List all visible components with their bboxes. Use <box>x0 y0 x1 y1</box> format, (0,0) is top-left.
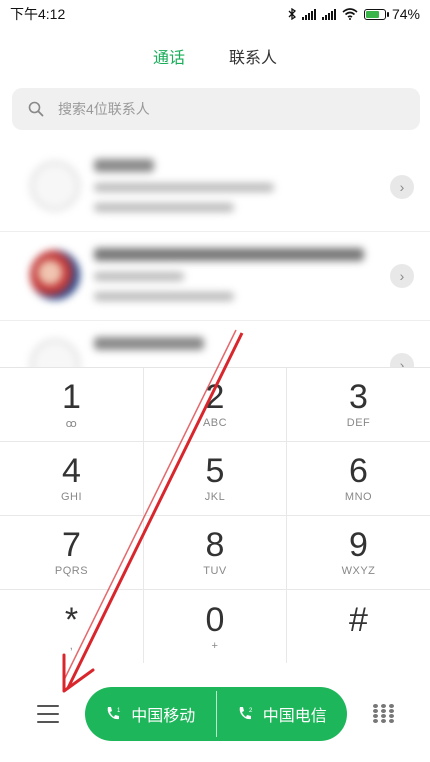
key-hash[interactable]: # <box>287 590 430 664</box>
bottom-bar: 1 中国移动 2 中国电信 <box>0 663 430 762</box>
status-icons: 74% <box>288 6 420 22</box>
status-time: 下午4:12 <box>10 6 66 22</box>
call-log-row[interactable]: › <box>0 321 430 367</box>
call-sim1-button[interactable]: 1 中国移动 <box>85 687 216 741</box>
phone-sim2-icon: 2 <box>239 707 253 720</box>
search-icon <box>28 101 44 117</box>
key-5[interactable]: 5 JKL <box>144 442 287 516</box>
wifi-icon <box>342 8 358 20</box>
key-7[interactable]: 7 PQRS <box>0 516 144 590</box>
contact-name-blurred <box>94 159 154 172</box>
call-log-row[interactable]: › <box>0 232 430 321</box>
call-detail-blurred <box>94 203 234 212</box>
svg-text:2: 2 <box>249 708 253 714</box>
contact-name-blurred <box>94 248 364 261</box>
tab-calls[interactable]: 通话 <box>153 44 185 68</box>
voicemail-icon: ꝏ <box>65 418 78 430</box>
avatar <box>30 339 80 367</box>
call-detail-blurred <box>94 272 184 281</box>
key-2[interactable]: 2 ABC <box>144 368 287 442</box>
search-placeholder: 搜索4位联系人 <box>58 101 150 117</box>
call-log-list: › › › <box>0 143 430 367</box>
dial-pad: 1ꝏ 2 ABC 3 DEF 4 GHI 5 JKL 6 MNO 7 PQRS 8 TUV 9… <box>0 367 430 664</box>
call-sim2-label: 中国电信 <box>262 708 327 725</box>
bluetooth-icon <box>288 8 296 20</box>
search-input[interactable]: 搜索4位联系人 <box>12 88 420 130</box>
chevron-right-icon[interactable]: › <box>390 175 414 199</box>
chevron-right-icon[interactable]: › <box>390 353 414 367</box>
phone-sim1-icon: 1 <box>107 707 121 720</box>
call-detail-blurred <box>94 292 234 301</box>
battery-percent: 74% <box>391 6 420 22</box>
call-button-group: 1 中国移动 2 中国电信 <box>85 687 347 741</box>
key-6[interactable]: 6 MNO <box>287 442 430 516</box>
menu-icon[interactable] <box>37 705 59 723</box>
call-log-row[interactable]: › <box>0 143 430 232</box>
key-3[interactable]: 3 DEF <box>287 368 430 442</box>
signal-icon <box>301 8 316 20</box>
signal-icon-2 <box>321 8 336 20</box>
key-9[interactable]: 9 WXYZ <box>287 516 430 590</box>
key-8[interactable]: 8 TUV <box>144 516 287 590</box>
battery-icon <box>363 8 389 20</box>
call-sim2-button[interactable]: 2 中国电信 <box>217 687 348 741</box>
key-0[interactable]: 0 + <box>144 590 287 664</box>
chevron-right-icon[interactable]: › <box>390 264 414 288</box>
call-sim1-label: 中国移动 <box>131 708 196 725</box>
key-1[interactable]: 1ꝏ <box>0 368 144 442</box>
key-4[interactable]: 4 GHI <box>0 442 144 516</box>
tab-bar: 通话 联系人 <box>0 44 430 68</box>
call-detail-blurred <box>94 183 274 192</box>
tab-contacts[interactable]: 联系人 <box>229 44 277 68</box>
svg-text:1: 1 <box>117 708 121 714</box>
avatar <box>30 161 80 211</box>
status-bar: 下午4:12 74% <box>0 0 430 28</box>
dialpad-toggle-icon[interactable] <box>373 704 395 726</box>
contact-name-blurred <box>94 337 204 350</box>
avatar <box>30 250 80 300</box>
key-star[interactable]: *, <box>0 590 144 664</box>
